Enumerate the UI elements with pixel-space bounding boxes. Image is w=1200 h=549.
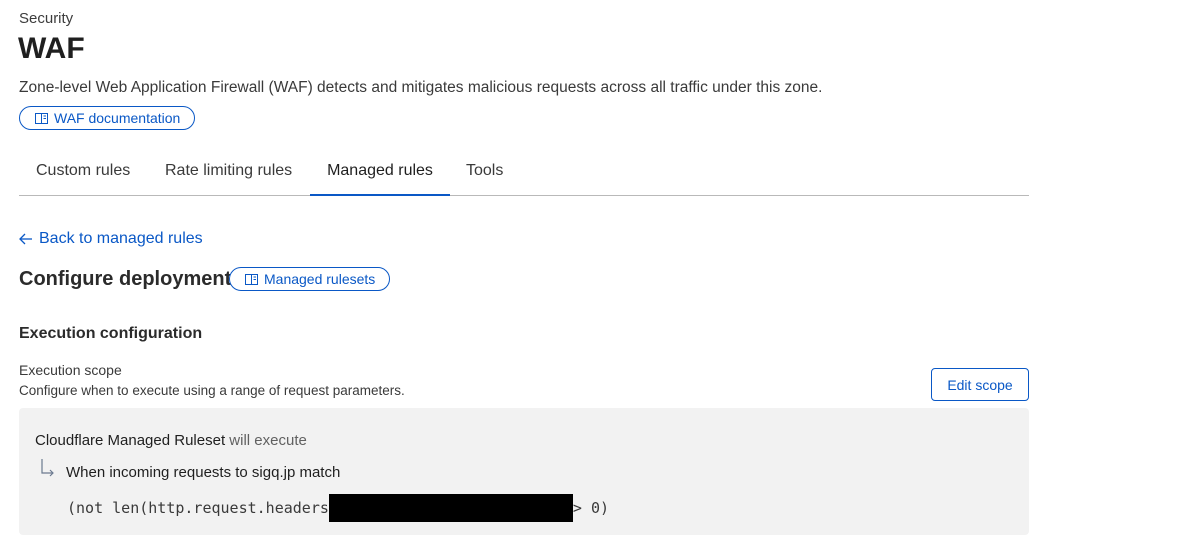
execution-scope-label: Execution scope	[19, 362, 122, 378]
waf-documentation-button[interactable]: WAF documentation	[19, 106, 196, 130]
expression-code: (not len(http.request.headers > 0)	[67, 494, 609, 522]
managed-rulesets-label: Managed rulesets	[264, 271, 376, 287]
tab-custom-rules[interactable]: Custom rules	[19, 150, 165, 196]
execution-summary-box: Cloudflare Managed Ruleset will execute …	[19, 408, 1029, 535]
ruleset-name: Cloudflare Managed Ruleset	[35, 432, 226, 449]
tab-label: Tools	[466, 162, 504, 179]
execution-summary-line: Cloudflare Managed Ruleset will execute	[35, 432, 307, 449]
tab-tools[interactable]: Tools	[450, 150, 530, 196]
tab-rate-limiting-rules[interactable]: Rate limiting rules	[165, 150, 310, 196]
page-description: Zone-level Web Application Firewall (WAF…	[19, 79, 823, 96]
edit-scope-button[interactable]: Edit scope	[931, 368, 1029, 401]
redacted-block	[328, 494, 573, 522]
managed-rulesets-button[interactable]: Managed rulesets	[229, 267, 391, 291]
will-execute-text: will execute	[229, 432, 307, 449]
expression-prefix: (not len(http.request.headers	[67, 499, 329, 517]
tab-label: Custom rules	[36, 162, 131, 179]
tab-managed-rules[interactable]: Managed rules	[310, 150, 450, 196]
back-link-label: Back to managed rules	[39, 230, 203, 247]
back-to-managed-rules-link[interactable]: Back to managed rules	[19, 230, 203, 248]
book-icon	[245, 273, 258, 285]
expression-suffix: > 0)	[572, 499, 610, 517]
section-title: Configure deployment	[19, 268, 232, 290]
execution-configuration-title: Execution configuration	[19, 325, 203, 342]
waf-documentation-label: WAF documentation	[54, 110, 181, 126]
branch-arrow-icon	[41, 459, 54, 477]
execution-scope-description: Configure when to execute using a range …	[19, 383, 405, 398]
book-icon	[35, 112, 48, 124]
breadcrumb: Security	[19, 10, 74, 27]
tab-bar: Custom rules Rate limiting rules Managed…	[19, 150, 1029, 196]
tab-label: Rate limiting rules	[165, 162, 293, 179]
tab-label: Managed rules	[327, 162, 433, 179]
page-title: WAF	[18, 32, 85, 65]
arrow-left-icon	[19, 233, 32, 245]
match-condition-text: When incoming requests to sigq.jp match	[66, 464, 341, 481]
